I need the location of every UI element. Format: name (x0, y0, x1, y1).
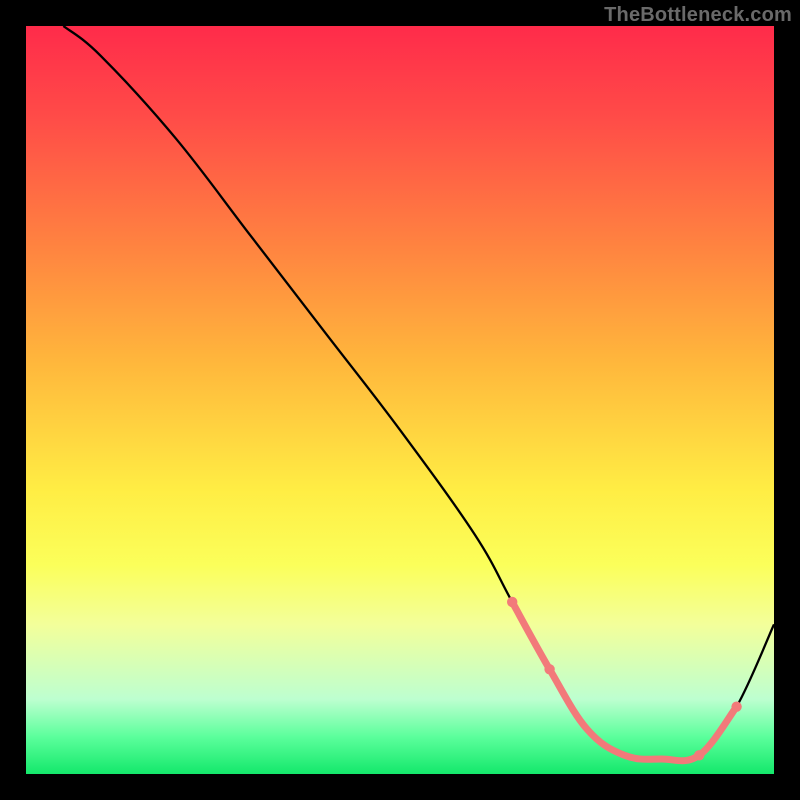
highlight-dot (507, 597, 517, 607)
highlight-dot (731, 701, 741, 711)
watermark-text: TheBottleneck.com (604, 4, 792, 27)
curve-svg (26, 26, 774, 774)
chart-frame: TheBottleneck.com (0, 0, 800, 800)
plot-area (26, 26, 774, 774)
highlight-dot (544, 664, 554, 674)
bottleneck-curve (63, 26, 774, 761)
highlight-dot (694, 750, 704, 760)
highlight-segment (512, 602, 736, 761)
highlight-dots (507, 597, 742, 761)
